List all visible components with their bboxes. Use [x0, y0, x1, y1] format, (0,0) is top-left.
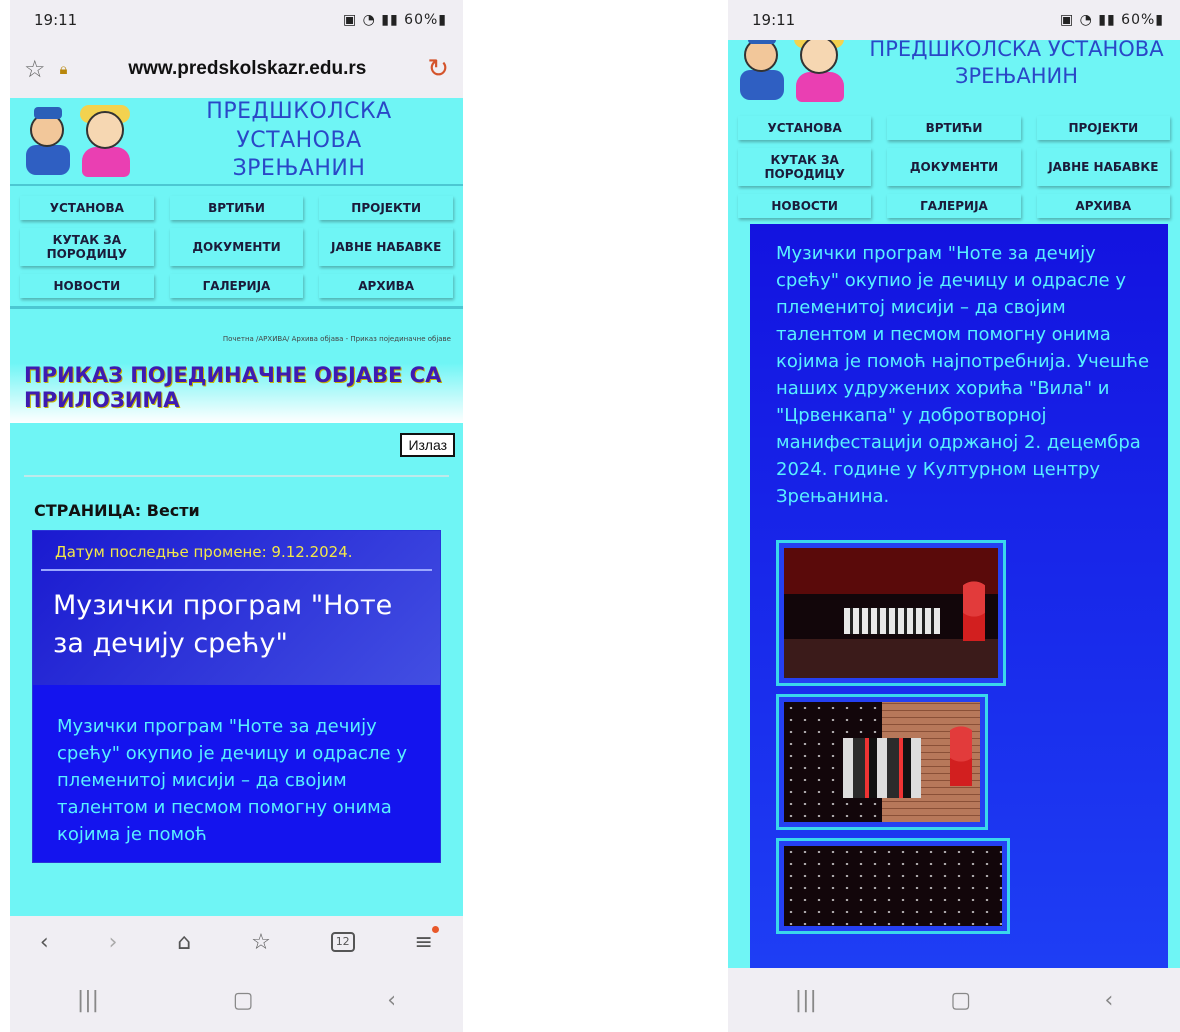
nav-galerija[interactable]: ГАЛЕРИЈА — [887, 194, 1021, 218]
site-title[interactable]: ПРЕДШКОЛСКА УСТАНОВА ЗРЕЊАНИН — [859, 40, 1174, 91]
lock-icon: 🔒︎ — [59, 60, 68, 78]
reload-icon[interactable]: ↻ — [427, 54, 449, 84]
home-icon[interactable]: ⌂ — [177, 930, 191, 955]
home-button-icon[interactable]: ▢ — [950, 988, 971, 1013]
status-icons: ▣ ◔ ▮▮ 60%▮ — [1059, 12, 1164, 28]
site-viewport: ПРЕДШКОЛСКА УСТАНОВА ЗРЕЊАНИН УСТАНОВА В… — [10, 98, 463, 922]
section-label: СТРАНИЦА: Вести — [34, 501, 200, 521]
phone-screenshot-left: 19:11 ▣ ◔ ▮▮ 60%▮ ☆ 🔒︎ www.predskolskazr… — [10, 0, 463, 1032]
site-title[interactable]: ПРЕДШКОЛСКА УСТАНОВА ЗРЕЊАНИН — [145, 98, 453, 184]
system-nav-bar: ||| ▢ ‹ — [10, 968, 463, 1032]
star-outline-icon[interactable]: ☆ — [24, 55, 46, 83]
status-icons: ▣ ◔ ▮▮ 60%▮ — [342, 12, 447, 28]
recents-icon[interactable]: ||| — [77, 988, 99, 1013]
site-title-line2: ЗРЕЊАНИН — [232, 156, 366, 182]
nav-dokumenti[interactable]: ДОКУМЕНТИ — [169, 228, 304, 266]
status-time: 19:11 — [34, 11, 78, 29]
nav-galerija[interactable]: ГАЛЕРИЈА — [169, 274, 304, 298]
post-body-section: Музички програм "Ноте за дечију срећу" о… — [750, 224, 1168, 968]
status-bar: 19:11 ▣ ◔ ▮▮ 60%▮ — [728, 0, 1180, 40]
attachment-image-1[interactable] — [776, 540, 1006, 686]
divider — [24, 475, 449, 478]
site-title-line1: ПРЕДШКОЛСКА УСТАНОВА — [869, 40, 1164, 61]
system-nav-bar: ||| ▢ ‹ — [728, 968, 1180, 1032]
tabs-icon[interactable]: 12 — [330, 932, 355, 952]
bookmarks-icon[interactable]: ☆ — [251, 930, 271, 955]
nav-novosti[interactable]: НОВОСТИ — [738, 194, 872, 218]
browser-toolbar: ‹ › ⌂ ☆ 12 ≡ — [10, 916, 463, 968]
attachment-image-2[interactable] — [776, 694, 988, 830]
battery-level: 60% — [404, 12, 439, 28]
back-icon[interactable]: ‹ — [40, 930, 49, 955]
concert-photo — [784, 846, 1002, 926]
site-title-line2: ЗРЕЊАНИН — [955, 64, 1078, 89]
nav-dokumenti[interactable]: ДОКУМЕНТИ — [887, 148, 1021, 186]
site-title-line1: ПРЕДШКОЛСКА УСТАНОВА — [206, 99, 392, 153]
menu-icon[interactable]: ≡ — [415, 925, 440, 955]
site-header: ПРЕДШКОЛСКА УСТАНОВА ЗРЕЊАНИН — [10, 98, 463, 186]
choir-photo — [784, 548, 998, 678]
nav-ustanova[interactable]: УСТАНОВА — [738, 116, 872, 140]
nav-javne-nabavke[interactable]: ЈАВНЕ НАБАВКЕ — [319, 228, 453, 266]
phone-screenshot-right: 19:11 ▣ ◔ ▮▮ 60%▮ ПРЕДШКОЛСКА УСТАНОВА З… — [728, 0, 1180, 1032]
nav-arhiva[interactable]: АРХИВА — [319, 274, 453, 298]
system-back-icon[interactable]: ‹ — [387, 988, 396, 1013]
post-card: Датум последње промене: 9.12.2024. Музич… — [32, 530, 441, 863]
system-back-icon[interactable]: ‹ — [1104, 988, 1113, 1013]
nav-kutak-za-porodicu[interactable]: КУТАК ЗА ПОРОДИЦУ — [738, 148, 872, 186]
main-nav: УСТАНОВА ВРТИЋИ ПРОЈЕКТИ КУТАК ЗА ПОРОДИ… — [728, 98, 1180, 218]
forward-icon[interactable]: › — [109, 930, 118, 955]
nav-kutak-za-porodicu[interactable]: КУТАК ЗА ПОРОДИЦУ — [20, 228, 154, 266]
nav-projekti[interactable]: ПРОЈЕКТИ — [1036, 116, 1170, 140]
nav-vrtici[interactable]: ВРТИЋИ — [169, 196, 304, 220]
kids-logo[interactable] — [20, 103, 145, 179]
page-heading: ПРИКАЗ ПОЈЕДИНАЧНЕ ОБЈАВЕ СА ПРИЛОЗИМА — [10, 363, 463, 424]
post-body-preview: Музички програм "Ноте за дечију срећу" о… — [33, 684, 440, 862]
recents-icon[interactable]: ||| — [795, 988, 817, 1013]
exit-button[interactable]: Излаз — [400, 433, 455, 458]
site-viewport: ПРЕДШКОЛСКА УСТАНОВА ЗРЕЊАНИН УСТАНОВА В… — [728, 40, 1180, 968]
kids-logo[interactable] — [734, 40, 859, 102]
attachment-image-3[interactable] — [776, 838, 1010, 934]
stage-photo — [784, 702, 980, 822]
site-header: ПРЕДШКОЛСКА УСТАНОВА ЗРЕЊАНИН — [728, 40, 1180, 102]
address-bar: ☆ 🔒︎ www.predskolskazr.edu.rs ↻ — [10, 40, 463, 98]
url-field[interactable]: www.predskolskazr.edu.rs — [82, 58, 414, 80]
home-button-icon[interactable]: ▢ — [233, 988, 254, 1013]
main-nav: УСТАНОВА ВРТИЋИ ПРОЈЕКТИ КУТАК ЗА ПОРОДИ… — [10, 186, 463, 309]
breadcrumb[interactable]: Почетна /АРХИВА/ Архива објава - Приказ … — [10, 309, 463, 363]
nav-projekti[interactable]: ПРОЈЕКТИ — [319, 196, 453, 220]
nav-javne-nabavke[interactable]: ЈАВНЕ НАБАВКЕ — [1036, 148, 1170, 186]
nav-vrtici[interactable]: ВРТИЋИ — [887, 116, 1021, 140]
status-time: 19:11 — [752, 11, 796, 29]
nav-arhiva[interactable]: АРХИВА — [1036, 194, 1170, 218]
status-bar: 19:11 ▣ ◔ ▮▮ 60%▮ — [10, 0, 463, 40]
post-date: Датум последње промене: 9.12.2024. — [41, 531, 432, 572]
nav-ustanova[interactable]: УСТАНОВА — [20, 196, 154, 220]
battery-level: 60% — [1121, 12, 1156, 28]
post-body: Музички програм "Ноте за дечију срећу" о… — [776, 243, 1150, 507]
post-title: Музички програм "Ноте за дечију срећу" — [53, 590, 393, 660]
nav-novosti[interactable]: НОВОСТИ — [20, 274, 154, 298]
